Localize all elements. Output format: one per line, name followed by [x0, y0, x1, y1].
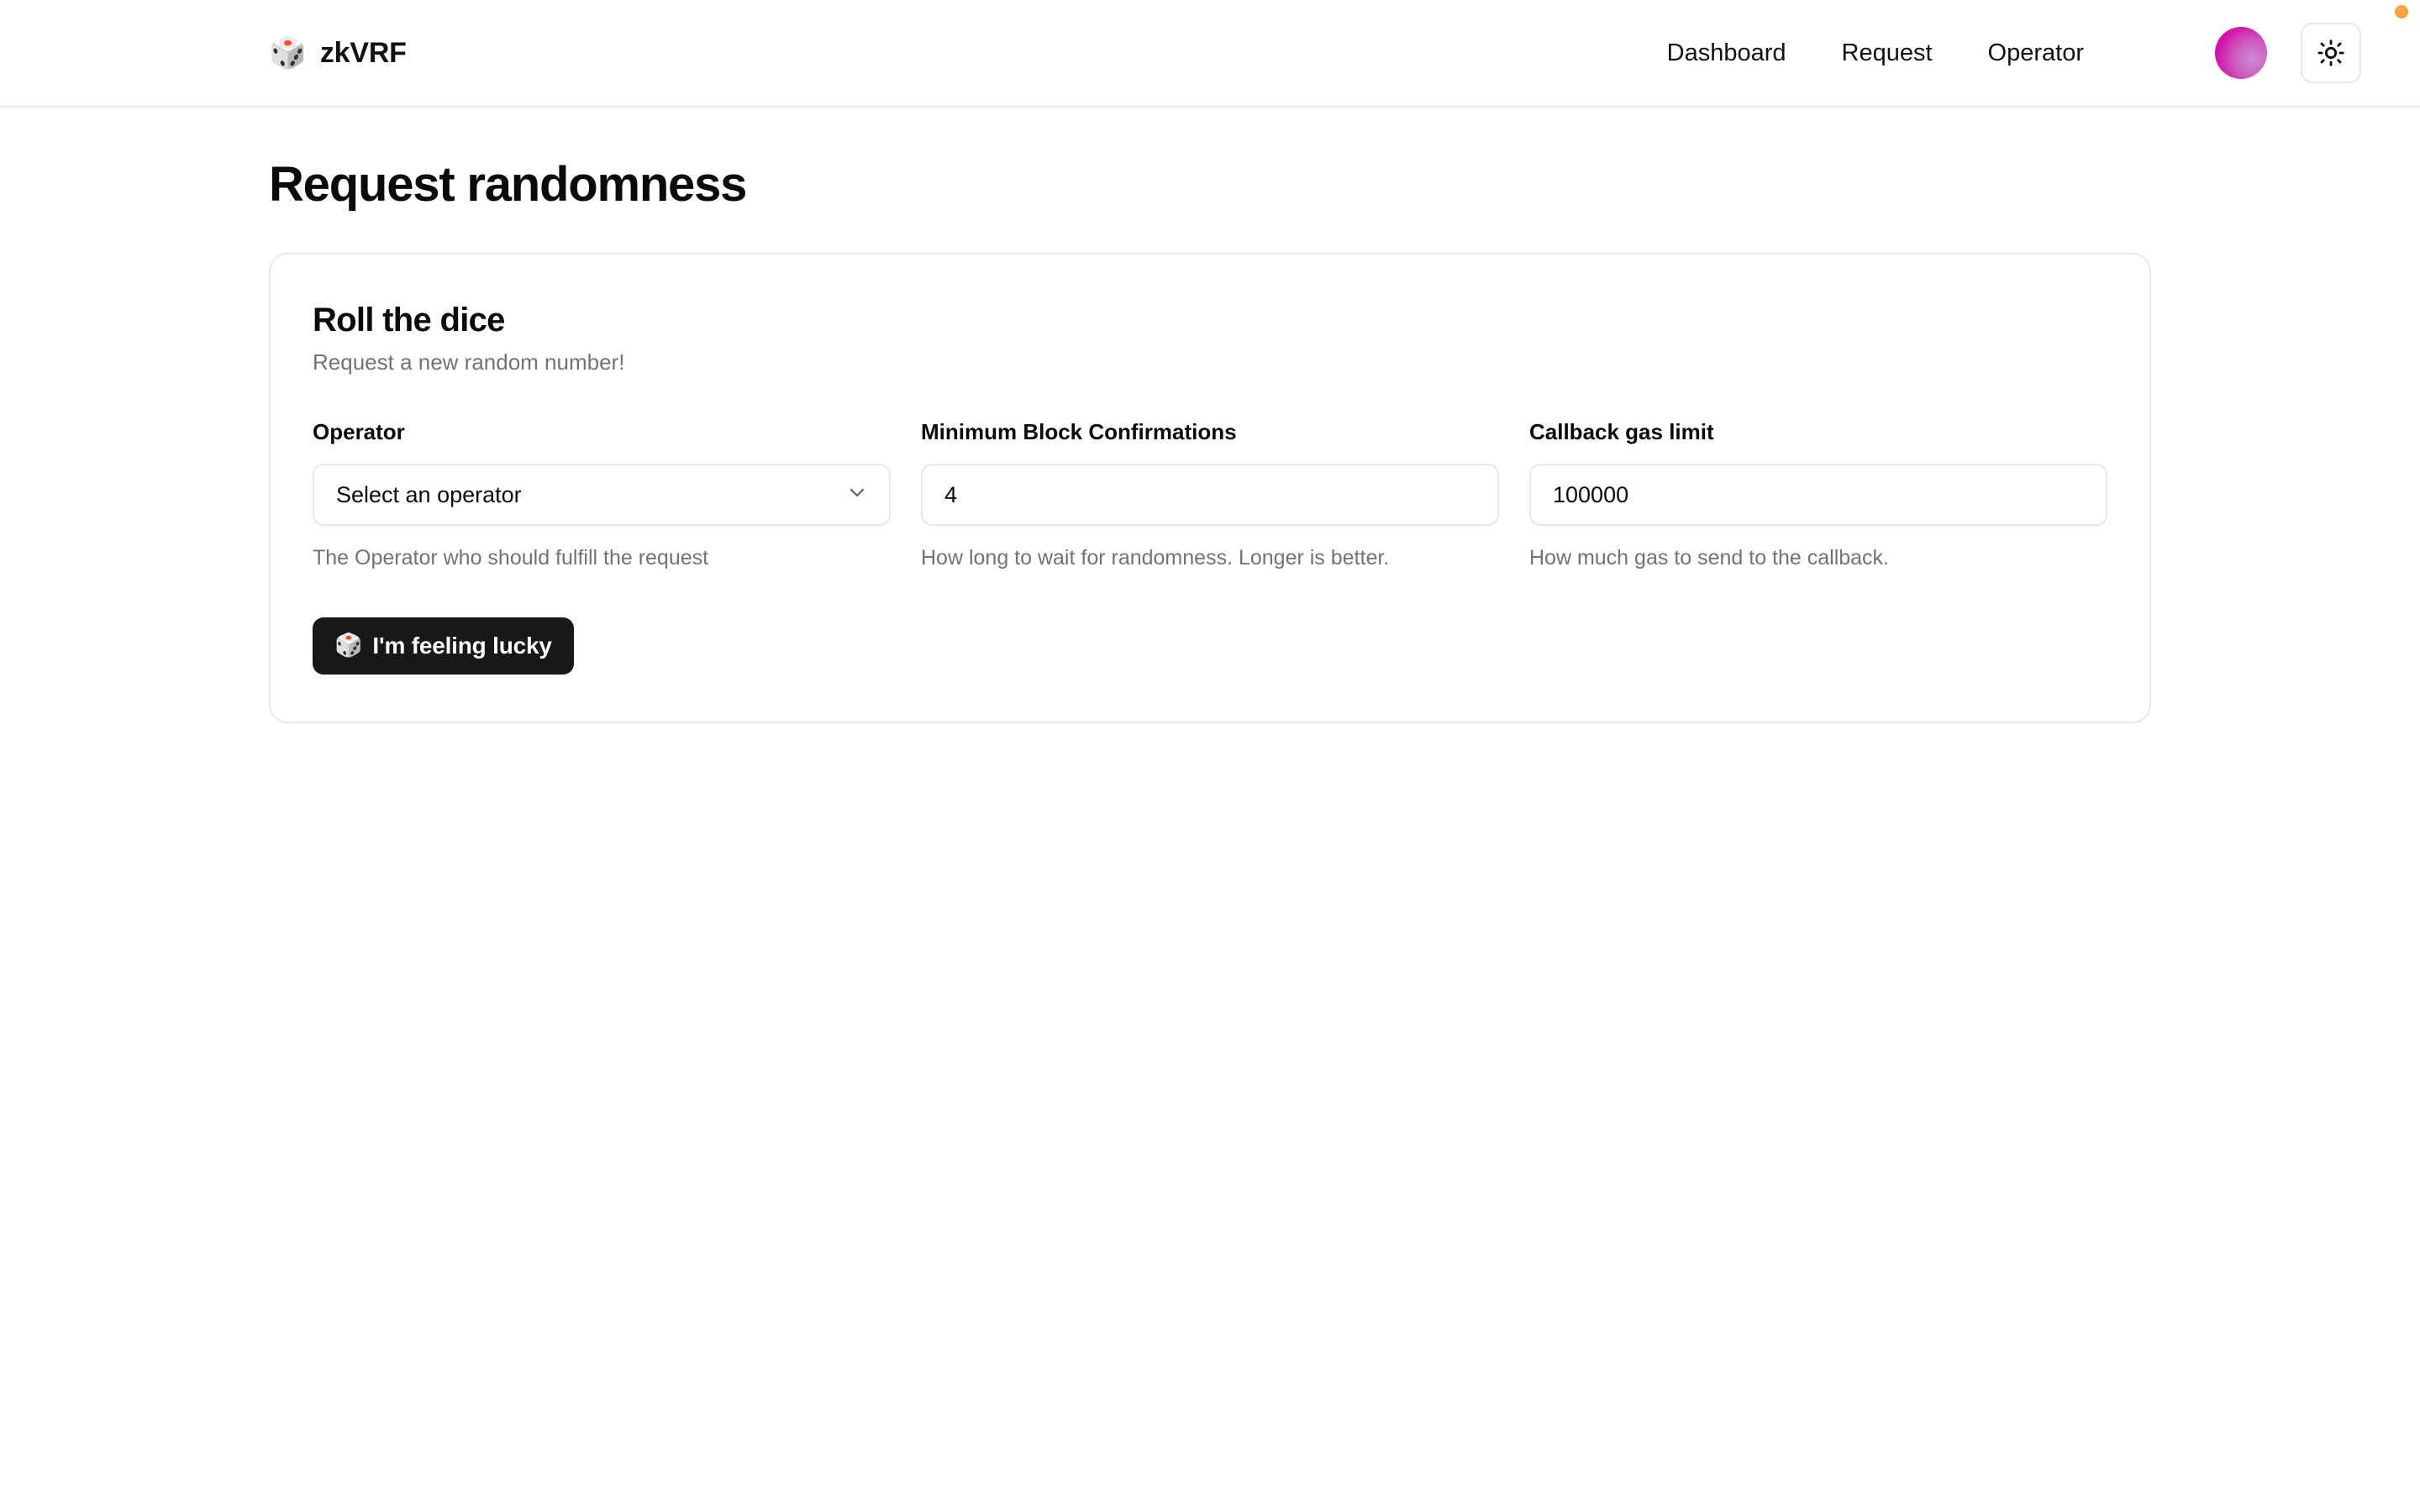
brand-name: zkVRF: [319, 36, 407, 69]
submit-row: 🎲 I'm feeling lucky: [313, 617, 2107, 675]
im-feeling-lucky-label: I'm feeling lucky: [372, 632, 552, 659]
nav-item-dashboard[interactable]: Dashboard: [1667, 39, 1786, 67]
nav-item-request[interactable]: Request: [1842, 39, 1933, 67]
callback-gas-limit-value: 100000: [1553, 481, 1629, 507]
field-help-operator: The Operator who should fulfill the requ…: [313, 546, 709, 570]
main-navigation: Dashboard Request Operator: [1667, 23, 2361, 83]
dice-icon: 🎲: [269, 35, 307, 70]
dice-icon: 🎲: [334, 633, 363, 658]
field-help-callback-gas-limit: How much gas to send to the callback.: [1529, 546, 1890, 570]
brand-logo-link[interactable]: 🎲 zkVRF: [269, 37, 407, 70]
operator-select[interactable]: Select an operator: [313, 464, 891, 526]
field-label-operator: Operator: [313, 419, 405, 444]
chevron-down-icon: [845, 481, 869, 509]
min-block-confirmations-value: 4: [944, 481, 958, 507]
notification-dot: [2395, 5, 2408, 18]
im-feeling-lucky-button[interactable]: 🎲 I'm feeling lucky: [313, 617, 574, 675]
field-help-min-block-confirmations: How long to wait for randomness. Longer …: [921, 546, 1390, 570]
app-header: 🎲 zkVRF Dashboard Request Operator: [0, 0, 2420, 108]
field-min-block-confirmations: Minimum Block Confirmations 4 How long t…: [921, 419, 1499, 572]
card-subtitle: Request a new random number!: [313, 349, 625, 375]
avatar[interactable]: [2215, 27, 2267, 79]
field-label-min-block-confirmations: Minimum Block Confirmations: [921, 419, 1237, 444]
min-block-confirmations-input[interactable]: 4: [921, 464, 1499, 526]
main-content: Request randomness Roll the dice Request…: [0, 156, 2420, 723]
page-title: Request randomness: [269, 157, 747, 212]
callback-gas-limit-input[interactable]: 100000: [1529, 464, 2107, 526]
field-operator: Operator Select an operator The Operator…: [313, 419, 891, 572]
operator-select-value: Select an operator: [336, 481, 522, 507]
nav-item-operator[interactable]: Operator: [1988, 39, 2084, 67]
roll-the-dice-card: Roll the dice Request a new random numbe…: [269, 253, 2151, 723]
field-callback-gas-limit: Callback gas limit 100000 How much gas t…: [1529, 419, 2107, 572]
header-actions: [2215, 23, 2361, 83]
field-label-callback-gas-limit: Callback gas limit: [1529, 419, 1714, 444]
card-title: Roll the dice: [313, 302, 505, 339]
theme-toggle-button[interactable]: [2301, 23, 2361, 83]
sun-icon: [2317, 39, 2345, 67]
request-form: Operator Select an operator The Operator…: [313, 419, 2107, 572]
